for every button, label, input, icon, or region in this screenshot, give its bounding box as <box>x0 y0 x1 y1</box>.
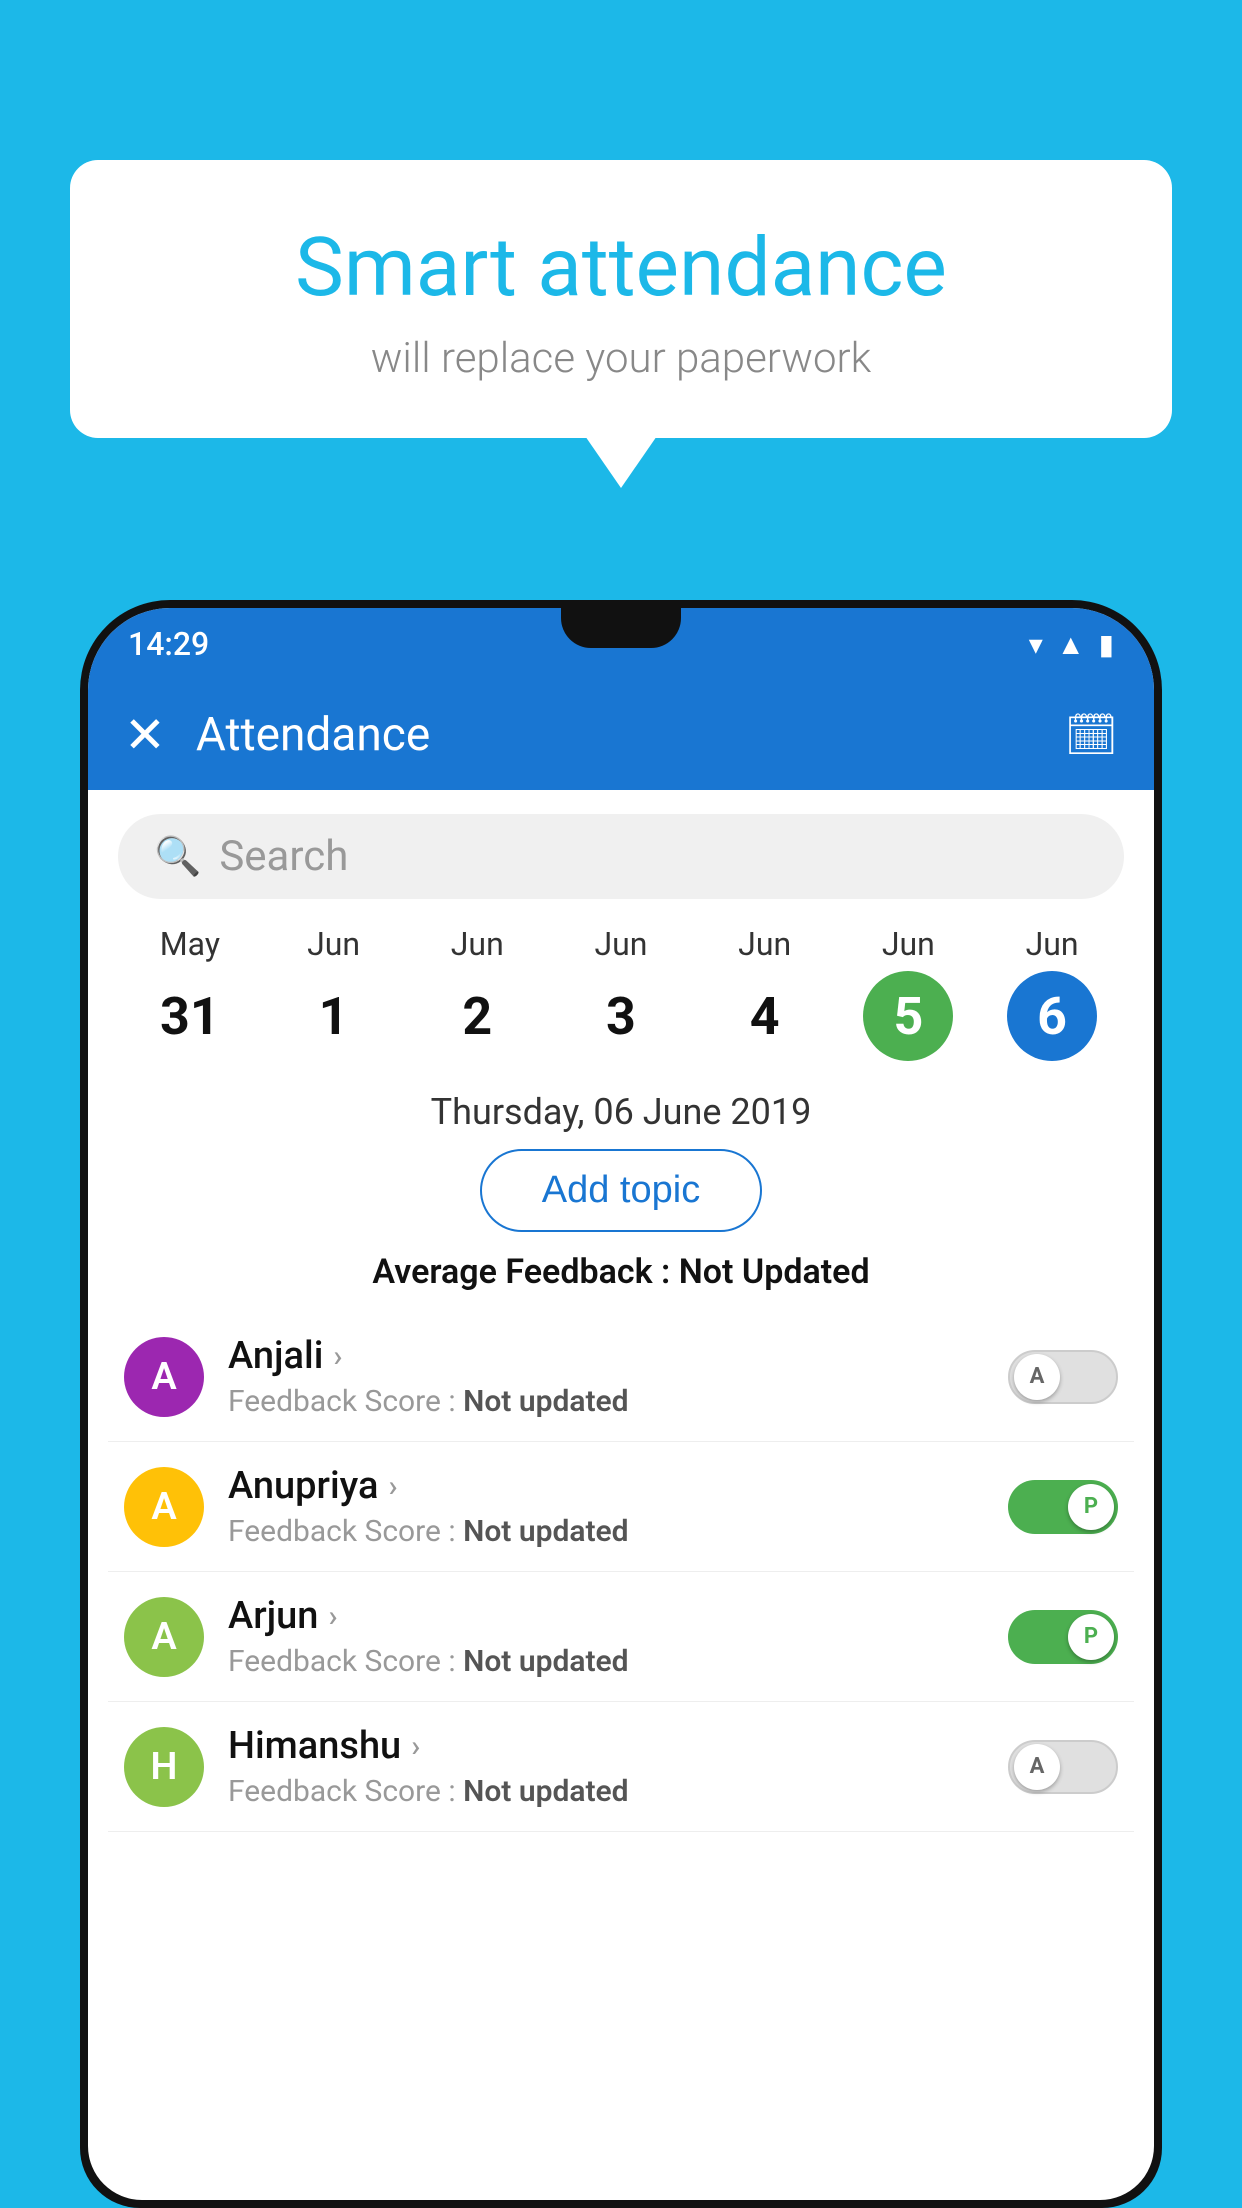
phone-screen: 14:29 ▾ ▲ ▮ ✕ Attendance 🗓 🔍 Search May 3… <box>88 608 1154 2200</box>
list-item[interactable]: AAnjali ›Feedback Score : Not updatedA <box>108 1312 1134 1442</box>
list-item[interactable]: H Himanshu › Feedback Score : Not updatedA <box>108 1702 1134 1832</box>
close-button[interactable]: ✕ <box>124 706 166 765</box>
date-strip: May 31 Jun 1 Jun 2 Jun 3 Jun 4 Jun 5 Jun 6 <box>88 915 1154 1071</box>
student-name: Anupriya › <box>228 1464 1008 1508</box>
date-item[interactable]: Jun 2 <box>432 925 522 1061</box>
phone-notch <box>561 608 681 648</box>
toggle-knob: P <box>1068 1484 1114 1530</box>
date-number[interactable]: 1 <box>289 971 379 1061</box>
date-month: Jun <box>451 925 504 963</box>
student-name: Anjali › <box>228 1334 1008 1378</box>
student-name: Himanshu › <box>228 1724 1008 1768</box>
status-icons: ▾ ▲ ▮ <box>1029 628 1114 661</box>
feedback-score: Feedback Score : Not updated <box>228 1384 1008 1419</box>
attendance-toggle[interactable]: A <box>1008 1350 1118 1404</box>
avatar: H <box>124 1727 204 1807</box>
attendance-toggle[interactable]: A <box>1008 1740 1118 1794</box>
chevron-icon: › <box>411 1729 420 1764</box>
toggle-knob: A <box>1014 1744 1060 1790</box>
avatar: A <box>124 1337 204 1417</box>
avg-feedback: Average Feedback : Not Updated <box>88 1252 1154 1292</box>
signal-icon: ▲ <box>1057 628 1085 661</box>
student-info: Anjali › Feedback Score : Not updated <box>228 1334 1008 1419</box>
list-item[interactable]: A Anupriya › Feedback Score : Not updated P <box>108 1442 1134 1572</box>
student-info: Anupriya › Feedback Score : Not updated <box>228 1464 1008 1549</box>
date-item[interactable]: Jun 3 <box>576 925 666 1061</box>
speech-bubble: Smart attendance will replace your paper… <box>70 160 1172 438</box>
date-item[interactable]: Jun 6 <box>1007 925 1097 1061</box>
student-list: AAnjali ›Feedback Score : Not updatedAAA… <box>88 1312 1154 1832</box>
date-month: Jun <box>882 925 935 963</box>
avatar: A <box>124 1467 204 1547</box>
search-input[interactable]: Search <box>219 832 348 881</box>
feedback-score: Feedback Score : Not updated <box>228 1774 1008 1809</box>
student-info: Arjun › Feedback Score : Not updated <box>228 1594 1008 1679</box>
date-item[interactable]: Jun 5 <box>863 925 953 1061</box>
date-number[interactable]: 2 <box>432 971 522 1061</box>
date-number[interactable]: 3 <box>576 971 666 1061</box>
date-number[interactable]: 5 <box>863 971 953 1061</box>
feedback-score: Feedback Score : Not updated <box>228 1514 1008 1549</box>
chevron-icon: › <box>328 1599 337 1634</box>
add-topic-button[interactable]: Add topic <box>480 1149 762 1232</box>
bubble-title: Smart attendance <box>130 220 1112 316</box>
chevron-icon: › <box>388 1469 397 1504</box>
feedback-score: Feedback Score : Not updated <box>228 1644 1008 1679</box>
attendance-toggle[interactable]: P <box>1008 1610 1118 1664</box>
status-time: 14:29 <box>128 625 209 663</box>
attendance-toggle[interactable]: P <box>1008 1480 1118 1534</box>
phone-frame: 14:29 ▾ ▲ ▮ ✕ Attendance 🗓 🔍 Search May 3… <box>80 600 1162 2208</box>
date-number[interactable]: 4 <box>720 971 810 1061</box>
date-number[interactable]: 31 <box>145 971 235 1061</box>
toggle-knob: P <box>1068 1614 1114 1660</box>
wifi-icon: ▾ <box>1029 628 1043 661</box>
date-month: May <box>160 925 220 963</box>
selected-date-label: Thursday, 06 June 2019 <box>88 1091 1154 1133</box>
list-item[interactable]: A Arjun › Feedback Score : Not updated P <box>108 1572 1134 1702</box>
student-info: Himanshu › Feedback Score : Not updated <box>228 1724 1008 1809</box>
avg-feedback-label: Average Feedback : <box>372 1252 678 1292</box>
calendar-icon[interactable]: 🗓 <box>1065 711 1118 760</box>
date-month: Jun <box>307 925 360 963</box>
bubble-subtitle: will replace your paperwork <box>130 334 1112 383</box>
search-icon: 🔍 <box>154 835 201 879</box>
toggle-knob: A <box>1014 1354 1060 1400</box>
date-item[interactable]: Jun 4 <box>720 925 810 1061</box>
date-month: Jun <box>738 925 791 963</box>
date-month: Jun <box>1026 925 1079 963</box>
date-item[interactable]: May 31 <box>145 925 235 1061</box>
avg-feedback-value: Not Updated <box>679 1252 870 1292</box>
app-bar: ✕ Attendance 🗓 <box>88 680 1154 790</box>
date-month: Jun <box>594 925 647 963</box>
battery-icon: ▮ <box>1099 628 1114 661</box>
search-bar[interactable]: 🔍 Search <box>118 814 1124 899</box>
date-item[interactable]: Jun 1 <box>289 925 379 1061</box>
app-bar-title: Attendance <box>196 708 1065 762</box>
avatar: A <box>124 1597 204 1677</box>
student-name: Arjun › <box>228 1594 1008 1638</box>
date-number[interactable]: 6 <box>1007 971 1097 1061</box>
chevron-icon: › <box>333 1339 342 1374</box>
